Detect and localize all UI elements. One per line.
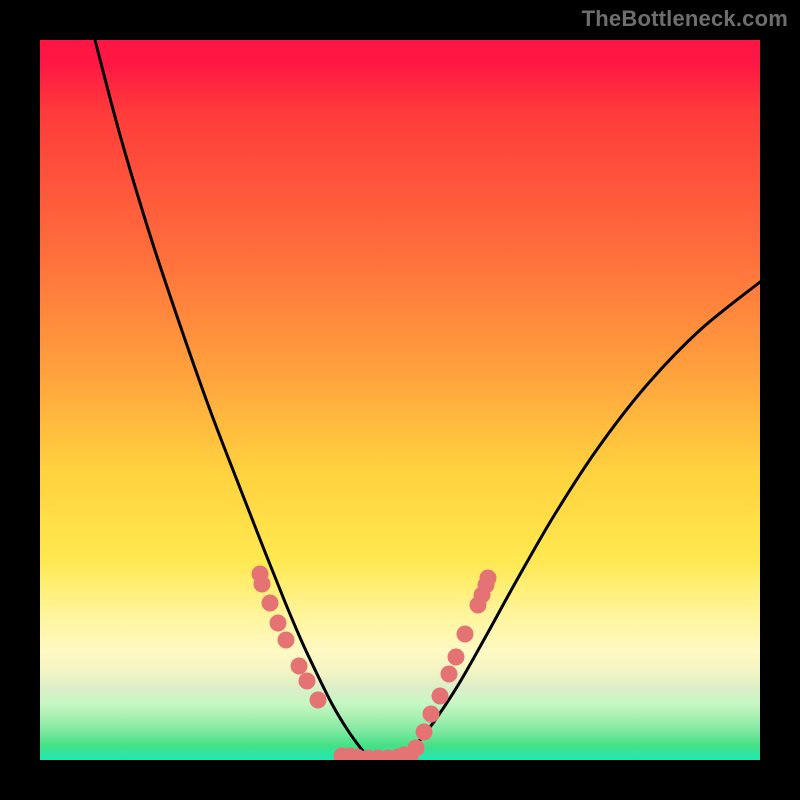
curve-left bbox=[95, 40, 367, 756]
data-dot bbox=[441, 666, 458, 683]
data-dot bbox=[448, 649, 465, 666]
data-dot bbox=[408, 740, 425, 757]
data-dot bbox=[262, 595, 279, 612]
data-dot bbox=[278, 632, 295, 649]
data-dot bbox=[299, 673, 316, 690]
chart-svg bbox=[40, 40, 760, 760]
data-dot bbox=[310, 692, 327, 709]
outer-frame: TheBottleneck.com bbox=[0, 0, 800, 800]
plot-area bbox=[40, 40, 760, 760]
data-dot bbox=[457, 626, 474, 643]
curve-right bbox=[405, 282, 760, 756]
data-dot bbox=[291, 658, 308, 675]
watermark-text: TheBottleneck.com bbox=[582, 6, 788, 32]
data-dot bbox=[270, 615, 287, 632]
data-dot bbox=[416, 724, 433, 741]
data-dots bbox=[252, 566, 497, 761]
data-dot bbox=[432, 688, 449, 705]
data-dot bbox=[480, 570, 497, 587]
data-dot bbox=[254, 576, 271, 593]
data-dot bbox=[423, 706, 440, 723]
bottleneck-curve bbox=[95, 40, 760, 756]
